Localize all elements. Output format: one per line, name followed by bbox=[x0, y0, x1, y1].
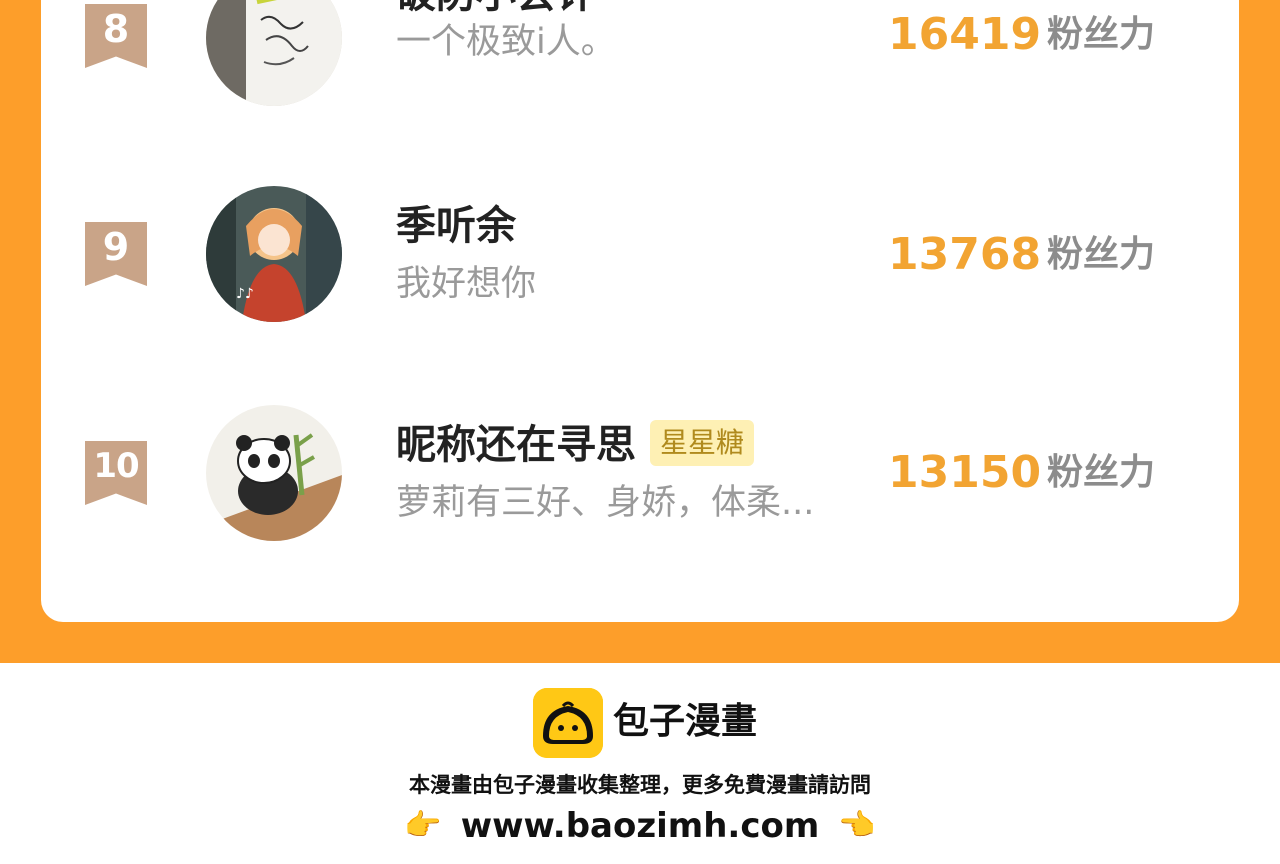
bio-10: 萝莉有三好、身娇，体柔... bbox=[396, 483, 815, 523]
ranking-card: 8 破防小会计 一个极致i人。 16419 粉丝力 9 bbox=[41, 0, 1239, 622]
ranking-row-8[interactable]: 8 破防小会计 一个极致i人。 16419 粉丝力 bbox=[41, 0, 1239, 110]
username-10[interactable]: 昵称还在寻思 星星糖 bbox=[396, 420, 755, 470]
svg-text:♪♪: ♪♪ bbox=[236, 286, 254, 302]
url-line: 👉 www.baozimh.com 👈 bbox=[0, 801, 1280, 850]
avatar-8[interactable] bbox=[206, 0, 342, 106]
fan-score-8: 16419 bbox=[888, 9, 1042, 60]
bio-9: 我好想你 bbox=[396, 264, 537, 304]
fan-unit-10: 粉丝力 bbox=[1047, 452, 1156, 493]
ranking-row-10[interactable]: 10 昵称还在寻思 星星糖 萝莉有三好、身娇，体柔... 13150 粉丝力 bbox=[41, 405, 1239, 545]
fan-score-10: 13150 bbox=[888, 447, 1042, 498]
pointing-right-icon: 👉 bbox=[404, 807, 442, 843]
fan-badge: 星星糖 bbox=[650, 420, 755, 466]
rank-ribbon-8: 8 bbox=[85, 4, 147, 68]
avatar-10[interactable] bbox=[206, 405, 342, 541]
fan-score-9: 13768 bbox=[888, 229, 1042, 280]
pointing-left-icon: 👈 bbox=[838, 807, 876, 843]
username-9[interactable]: 季听余 bbox=[396, 202, 516, 250]
avatar-image-panda bbox=[206, 405, 342, 541]
brand-name: 包子漫畫 bbox=[613, 701, 758, 742]
footer-notice: 本漫畫由包子漫畫收集整理，更多免費漫畫請訪問 bbox=[409, 773, 871, 797]
rank-ribbon-9: 9 bbox=[85, 222, 147, 286]
fan-unit-9: 粉丝力 bbox=[1047, 234, 1156, 275]
avatar-image-anime-girl: ♪♪ bbox=[206, 186, 342, 322]
avatar-image-notebook bbox=[206, 0, 342, 106]
avatar-9[interactable]: ♪♪ bbox=[206, 186, 342, 322]
fan-unit-8: 粉丝力 bbox=[1047, 14, 1156, 55]
site-link[interactable]: www.baozimh.com bbox=[461, 802, 820, 850]
rank-ribbon-10: 10 bbox=[85, 441, 147, 505]
ranking-row-9[interactable]: 9 ♪♪ 季听余 我好想你 13768 粉丝力 bbox=[41, 186, 1239, 326]
username-8[interactable]: 破防小会计 bbox=[396, 0, 596, 18]
footer: 包子漫畫 本漫畫由包子漫畫收集整理，更多免費漫畫請訪問 👉 www.baozim… bbox=[0, 663, 1280, 864]
baozi-icon bbox=[533, 688, 603, 758]
bio-8: 一个极致i人。 bbox=[396, 22, 616, 62]
